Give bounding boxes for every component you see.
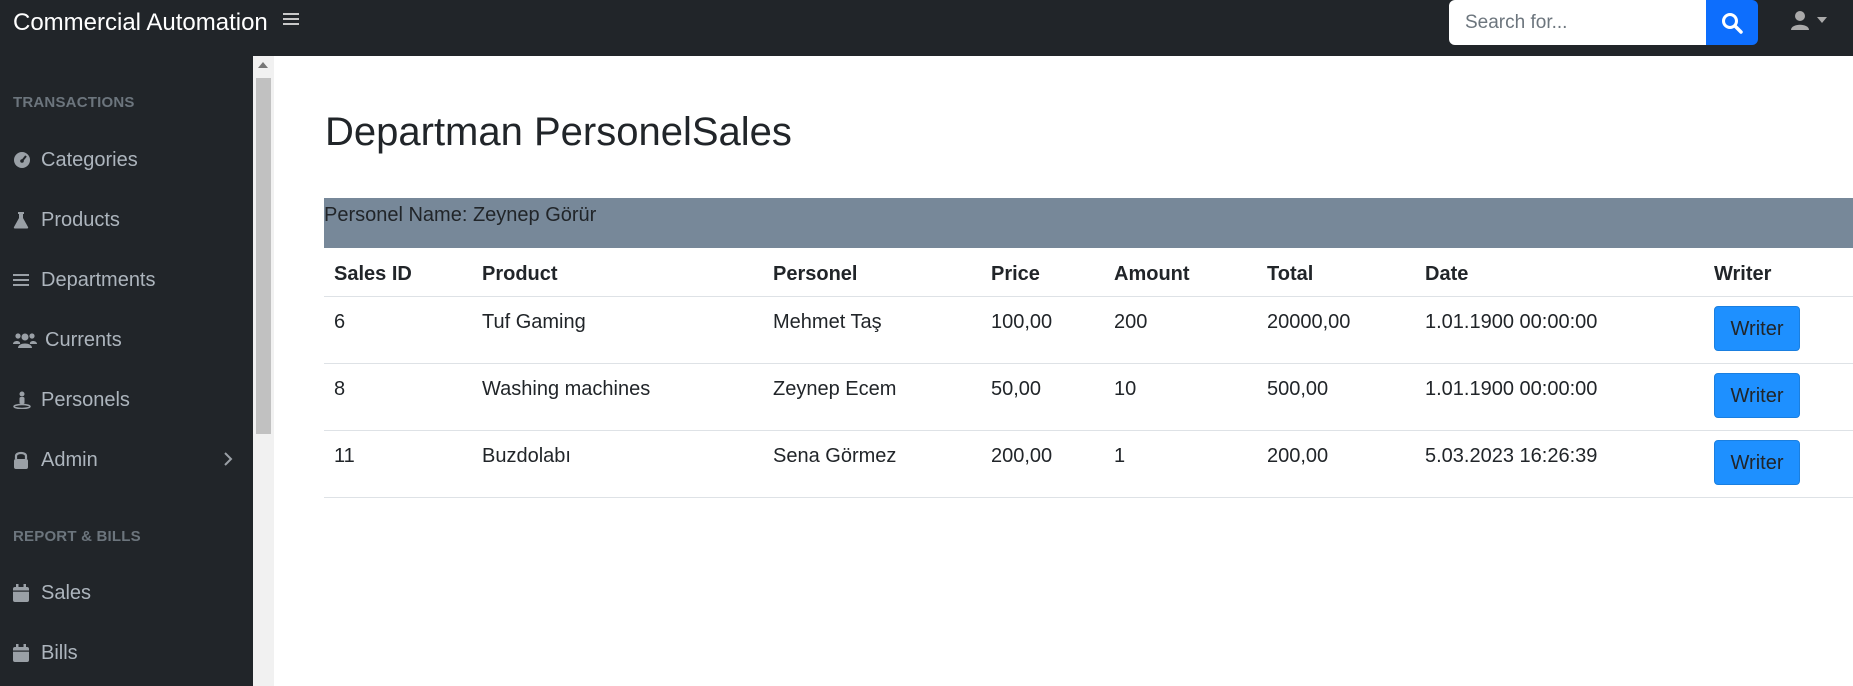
sales-table: Sales ID Product Personel Price Amount T… [324, 252, 1853, 498]
cell-product: Washing machines [472, 363, 763, 431]
search-group [1449, 0, 1758, 45]
sidebar: TRANSACTIONS Categories Products Departm… [0, 56, 253, 686]
cell-price: 200,00 [981, 430, 1104, 498]
cell-writer: Writer [1704, 430, 1853, 498]
sidebar-item-label: Categories [41, 148, 138, 171]
cell-sales-id: 11 [324, 430, 472, 498]
header-amount: Amount [1104, 252, 1257, 297]
writer-button[interactable]: Writer [1714, 440, 1800, 485]
sidebar-item-label: Personels [41, 388, 130, 411]
tachometer-icon [13, 151, 41, 169]
header-product: Product [472, 252, 763, 297]
scroll-up-arrow-icon[interactable] [258, 62, 268, 68]
header-date: Date [1415, 252, 1704, 297]
bars-icon [283, 13, 299, 25]
user-icon [1791, 11, 1809, 30]
sidebar-toggle-button[interactable] [282, 10, 304, 32]
cell-personel: Mehmet Taş [763, 296, 981, 364]
cell-price: 50,00 [981, 363, 1104, 431]
header-total: Total [1257, 252, 1415, 297]
sidebar-item-currents[interactable]: Currents [0, 318, 253, 362]
calendar-icon [13, 584, 41, 602]
cell-product: Tuf Gaming [472, 296, 763, 364]
cell-writer: Writer [1704, 363, 1853, 431]
caret-down-icon [1817, 17, 1827, 23]
cell-total: 200,00 [1257, 430, 1415, 498]
scrollbar-thumb[interactable] [256, 78, 271, 434]
cell-date: 1.01.1900 00:00:00 [1415, 363, 1704, 431]
cell-personel: Sena Görmez [763, 430, 981, 498]
sidebar-item-label: Bills [41, 641, 78, 664]
lock-icon [13, 451, 41, 469]
sidebar-heading-transactions: TRANSACTIONS [13, 94, 135, 111]
users-icon [13, 332, 45, 348]
top-navbar: Commercial Automation [0, 0, 1853, 56]
sidebar-item-departments[interactable]: Departments [0, 258, 253, 302]
sidebar-item-admin[interactable]: Admin [0, 438, 253, 482]
table-row: 6 Tuf Gaming Mehmet Taş 100,00 200 20000… [324, 296, 1853, 364]
personel-name-label: Personel Name: Zeynep Görür [324, 204, 597, 226]
sidebar-item-label: Admin [41, 448, 98, 471]
table-row: 11 Buzdolabı Sena Görmez 200,00 1 200,00… [324, 430, 1853, 498]
header-writer: Writer [1704, 252, 1853, 297]
sidebar-item-categories[interactable]: Categories [0, 138, 253, 182]
page-title: Departman PersonelSales [325, 110, 792, 154]
search-input[interactable] [1449, 0, 1706, 45]
flask-icon [13, 211, 41, 229]
user-dropdown[interactable] [1790, 10, 1828, 30]
search-button[interactable] [1706, 0, 1758, 45]
bars-icon [13, 272, 41, 288]
sidebar-item-label: Products [41, 208, 120, 231]
search-icon [1722, 12, 1743, 34]
writer-button[interactable]: Writer [1714, 373, 1800, 418]
cell-price: 100,00 [981, 296, 1104, 364]
writer-button[interactable]: Writer [1714, 306, 1800, 351]
sidebar-item-label: Departments [41, 268, 156, 291]
brand-title[interactable]: Commercial Automation [13, 8, 268, 38]
cell-sales-id: 6 [324, 296, 472, 364]
cell-amount: 200 [1104, 296, 1257, 364]
table-header-row: Sales ID Product Personel Price Amount T… [324, 252, 1853, 297]
street-view-icon [13, 391, 41, 409]
table-row: 8 Washing machines Zeynep Ecem 50,00 10 … [324, 363, 1853, 431]
cell-date: 5.03.2023 16:26:39 [1415, 430, 1704, 498]
cell-personel: Zeynep Ecem [763, 363, 981, 431]
sidebar-item-sales[interactable]: Sales [0, 571, 253, 615]
chevron-right-icon [223, 450, 233, 473]
sidebar-item-bills[interactable]: Bills [0, 631, 253, 675]
cell-total: 500,00 [1257, 363, 1415, 431]
sidebar-scrollbar[interactable] [253, 56, 274, 686]
cell-amount: 1 [1104, 430, 1257, 498]
cell-writer: Writer [1704, 296, 1853, 364]
header-sales-id: Sales ID [324, 252, 472, 297]
cell-total: 20000,00 [1257, 296, 1415, 364]
header-price: Price [981, 252, 1104, 297]
sidebar-item-label: Sales [41, 581, 92, 604]
sidebar-item-products[interactable]: Products [0, 198, 253, 242]
sidebar-heading-reports: REPORT & BILLS [13, 528, 141, 545]
header-personel: Personel [763, 252, 981, 297]
sidebar-item-personels[interactable]: Personels [0, 378, 253, 422]
sidebar-item-label: Currents [45, 328, 122, 351]
cell-amount: 10 [1104, 363, 1257, 431]
calendar-icon [13, 644, 41, 662]
cell-date: 1.01.1900 00:00:00 [1415, 296, 1704, 364]
personel-info-bar: Personel Name: Zeynep Görür [324, 198, 1853, 248]
cell-product: Buzdolabı [472, 430, 763, 498]
cell-sales-id: 8 [324, 363, 472, 431]
